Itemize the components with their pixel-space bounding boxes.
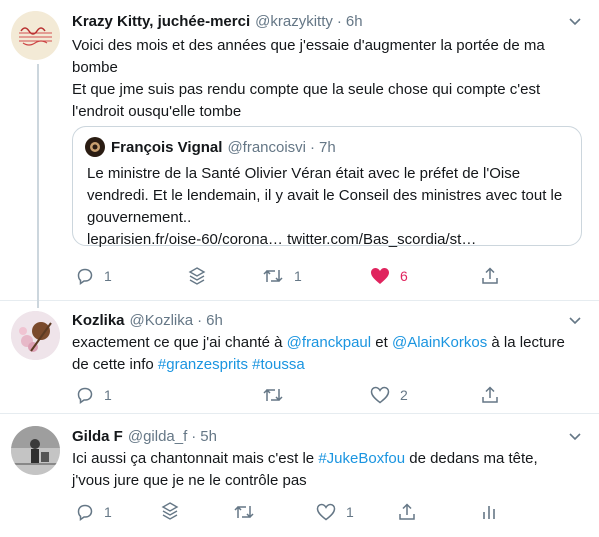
reply-button[interactable]: 1 <box>76 502 112 522</box>
author-name[interactable]: Krazy Kitty, juchée-merci <box>72 12 250 32</box>
tweet-text: Voici des mois et des années que j'essai… <box>72 35 545 123</box>
tweet-text-line: Ici aussi ça chantonnait mais c'est le #… <box>72 450 538 467</box>
hashtag-link[interactable]: #toussa <box>252 356 305 373</box>
like-count: 6 <box>400 268 408 284</box>
hashtag-link[interactable]: #granzesprits <box>158 356 248 373</box>
quoted-avatar <box>85 137 105 157</box>
retweet-button[interactable]: 1 <box>262 266 302 286</box>
tweet-header: Kozlika @Kozlika · 6h <box>72 311 223 331</box>
reply-button[interactable]: 1 <box>76 385 112 405</box>
timestamp[interactable]: 6h <box>346 12 363 32</box>
author-name[interactable]: Gilda F <box>72 427 123 447</box>
author-name[interactable]: Kozlika <box>72 311 125 331</box>
quoted-text-line: vendredi. Et le lendemain, il y avait le… <box>87 187 563 204</box>
quoted-tweet-header: François Vignal @francoisvi · 7h <box>85 137 336 157</box>
share-button[interactable] <box>398 502 416 522</box>
drawing-avatar-image <box>11 426 60 475</box>
thread-line <box>37 64 39 300</box>
avatar-gilda[interactable] <box>11 426 60 475</box>
tweet-gilda[interactable]: Gilda F @gilda_f · 5h Ici aussi ça chant… <box>0 414 599 537</box>
tweet-text-line: de cette info #granzesprits #toussa <box>72 356 305 373</box>
heart-icon <box>370 386 390 404</box>
retweet-icon <box>234 505 254 519</box>
mention-link[interactable]: @franckpaul <box>287 334 371 351</box>
share-button[interactable] <box>481 266 499 286</box>
bar-chart-icon <box>483 506 495 519</box>
like-count: 1 <box>346 504 354 520</box>
drawing-quoted-avatar-image <box>90 142 100 152</box>
retweet-button[interactable] <box>233 502 255 522</box>
quoted-links-line: leparisien.fr/oise-60/corona… twitter.co… <box>87 229 562 251</box>
like-button[interactable]: 2 <box>370 385 408 405</box>
quoted-text-line: Le ministre de la Santé Olivier Véran ét… <box>87 165 521 182</box>
quoted-tweet[interactable]: François Vignal @francoisvi · 7h Le mini… <box>72 126 582 248</box>
tweet-header: Krazy Kitty, juchée-merci @krazykitty · … <box>72 12 363 32</box>
avatar-kozlika[interactable] <box>11 311 60 360</box>
heart-icon <box>316 503 336 521</box>
tweet-text: exactement ce que j'ai chanté à @franckp… <box>72 332 565 376</box>
tweet-krazykitty[interactable]: Krazy Kitty, juchée-merci @krazykitty · … <box>0 0 599 300</box>
tweet-header: Gilda F @gilda_f · 5h <box>72 427 217 447</box>
tweet-text-line: Et que jme suis pas rendu compte que la … <box>72 81 541 98</box>
more-options-chevron-down-icon[interactable] <box>565 12 585 32</box>
drawing-avatar-image <box>11 11 60 60</box>
quoted-link[interactable]: twitter.com/Bas_scordia/st… <box>287 231 476 248</box>
heart-filled-icon <box>371 268 389 284</box>
separator-dot: · <box>310 138 316 156</box>
thread-line <box>37 300 39 308</box>
quoted-author-name: François Vignal <box>111 138 223 156</box>
tweet-text-line: Voici des mois et des années que j'essai… <box>72 37 545 54</box>
quoted-author-handle: @francoisvi <box>227 138 307 156</box>
timestamp[interactable]: 6h <box>206 311 223 331</box>
reply-count: 1 <box>104 387 112 403</box>
retweet-count: 1 <box>294 268 302 284</box>
reply-icon <box>77 504 93 521</box>
tweet-text-line: j'vous jure que je ne le contrôle pas <box>72 472 307 489</box>
stack-icon <box>161 502 179 520</box>
author-handle[interactable]: @Kozlika <box>130 311 194 331</box>
quoted-tweet-text: Le ministre de la Santé Olivier Véran ét… <box>87 163 562 251</box>
tweet-text: Ici aussi ça chantonnait mais c'est le #… <box>72 448 538 492</box>
more-options-chevron-down-icon[interactable] <box>565 311 585 331</box>
stack-icon <box>188 267 206 285</box>
analytics-button[interactable] <box>480 502 498 522</box>
like-count: 2 <box>400 387 408 403</box>
tweet-kozlika[interactable]: Kozlika @Kozlika · 6h exactement ce que … <box>0 300 599 413</box>
drawing-avatar-image <box>11 311 60 360</box>
mention-link[interactable]: @AlainKorkos <box>392 334 487 351</box>
reply-button[interactable]: 1 <box>76 266 112 286</box>
like-button[interactable]: 6 <box>370 266 408 286</box>
reply-count: 1 <box>104 268 112 284</box>
reply-icon <box>77 387 93 404</box>
reply-icon <box>77 268 93 285</box>
avatar-krazykitty[interactable] <box>11 11 60 60</box>
tweet-text-line: l'endroit ousqu'elle tombe <box>72 103 242 120</box>
tweet-text-line: bombe <box>72 59 118 76</box>
thread-button[interactable] <box>187 266 207 286</box>
separator-dot: · <box>191 428 197 445</box>
quoted-text-line: gouvernement.. <box>87 209 192 226</box>
hashtag-link[interactable]: #JukeBoxfou <box>318 450 405 467</box>
author-handle[interactable]: @gilda_f <box>128 427 187 447</box>
quoted-link[interactable]: leparisien.fr/oise-60/corona… <box>87 231 283 248</box>
retweet-icon <box>263 269 283 283</box>
quoted-timestamp: 7h <box>319 138 336 156</box>
retweet-icon <box>263 388 283 402</box>
more-options-chevron-down-icon[interactable] <box>565 427 585 447</box>
separator-dot: · <box>336 13 342 30</box>
tweet-text-line: exactement ce que j'ai chanté à @franckp… <box>72 334 565 351</box>
share-icon <box>399 503 415 520</box>
share-icon <box>482 386 498 403</box>
like-button[interactable]: 1 <box>316 502 354 522</box>
author-handle[interactable]: @krazykitty <box>255 12 333 32</box>
timestamp[interactable]: 5h <box>200 427 217 447</box>
reply-count: 1 <box>104 504 112 520</box>
share-icon <box>482 267 498 284</box>
share-button[interactable] <box>481 385 499 405</box>
separator-dot: · <box>197 312 203 329</box>
retweet-button[interactable] <box>262 385 284 405</box>
thread-button[interactable] <box>160 501 180 521</box>
